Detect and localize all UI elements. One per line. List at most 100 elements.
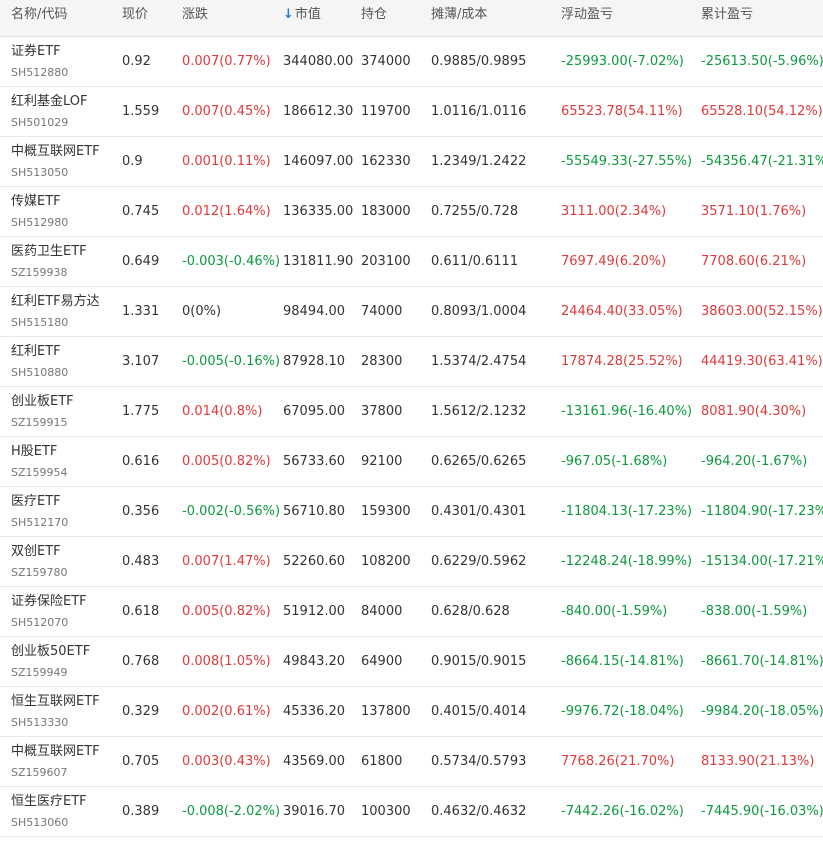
security-cell[interactable]: 传媒ETF SH512980 — [11, 187, 68, 231]
column-header-price[interactable]: 现价 — [122, 0, 148, 30]
float-pl-cell: -55549.33(-27.55%) — [561, 154, 693, 169]
security-name[interactable]: 恒生互联网ETF — [11, 693, 100, 711]
total-pl-cell: -964.20(-1.67%) — [701, 454, 808, 469]
security-code: SZ159780 — [11, 566, 68, 579]
holdings-cell: 374000 — [361, 54, 411, 69]
security-name[interactable]: 红利基金LOF — [11, 93, 88, 111]
table-row[interactable]: H股ETF SZ159954 0.616 0.005(0.82%) 56733.60 92… — [0, 437, 823, 487]
security-cell[interactable]: 中概互联网ETF SH513050 — [11, 137, 100, 181]
security-cell[interactable]: 红利基金LOF SH501029 — [11, 87, 88, 131]
security-name[interactable]: 恒生医疗ETF — [11, 793, 87, 811]
float-pl-cell: -8664.15(-14.81%) — [561, 654, 684, 669]
cost-cell: 0.628/0.628 — [431, 604, 510, 619]
security-cell[interactable]: 创业板50ETF SZ159949 — [11, 637, 90, 681]
security-cell[interactable]: 恒生互联网ETF SH513330 — [11, 687, 100, 731]
security-name[interactable]: 中概互联网ETF — [11, 143, 100, 161]
table-row[interactable]: 恒生医疗ETF SH513060 0.389 -0.008(-2.02%) 39016.… — [0, 787, 823, 837]
security-name[interactable]: 中概互联网ETF — [11, 743, 100, 761]
table-row[interactable]: 医疗ETF SH512170 0.356 -0.002(-0.56%) 56710.80… — [0, 487, 823, 537]
security-code: SH510880 — [11, 366, 69, 379]
security-name[interactable]: 创业板50ETF — [11, 643, 90, 661]
table-row[interactable]: 创业板50ETF SZ159949 0.768 0.008(1.05%) 49843.2… — [0, 637, 823, 687]
security-cell[interactable]: 红利ETF SH510880 — [11, 337, 68, 381]
float-pl-cell: -967.05(-1.68%) — [561, 454, 668, 469]
table-row[interactable]: 传媒ETF SH512980 0.745 0.012(1.64%) 136335.00 1… — [0, 187, 823, 237]
float-pl-cell: -13161.96(-16.40%) — [561, 404, 693, 419]
security-name[interactable]: 医疗ETF — [11, 493, 68, 511]
float-pl-cell: -25993.00(-7.02%) — [561, 54, 684, 69]
table-row[interactable]: 中概互联网ETF SZ159607 0.705 0.003(0.43%) 43569.0… — [0, 737, 823, 787]
price-cell: 0.389 — [122, 804, 160, 819]
security-code: SH512070 — [11, 616, 69, 629]
security-cell[interactable]: H股ETF SZ159954 — [11, 437, 68, 481]
security-cell[interactable]: 双创ETF SZ159780 — [11, 537, 68, 581]
cost-cell: 0.9015/0.9015 — [431, 654, 527, 669]
security-code: SZ159938 — [11, 266, 68, 279]
table-row[interactable]: 红利基金LOF SH501029 1.559 0.007(0.45%) 186612.3… — [0, 87, 823, 137]
total-pl-cell: 3571.10(1.76%) — [701, 204, 807, 219]
market-value-cell: 98494.00 — [283, 304, 346, 319]
total-pl-cell: -8661.70(-14.81%) — [701, 654, 823, 669]
holdings-table: 名称/代码 现价 涨跌 ↓市值 持仓 摊薄/成本 浮动盈亏 累计盈亏 证券ETF… — [0, 0, 823, 837]
security-code: SH501029 — [11, 116, 69, 129]
float-pl-cell: -11804.13(-17.23%) — [561, 504, 693, 519]
market-value-cell: 136335.00 — [283, 204, 354, 219]
table-row[interactable]: 创业板ETF SZ159915 1.775 0.014(0.8%) 67095.00 37… — [0, 387, 823, 437]
table-row[interactable]: 红利ETF SH510880 3.107 -0.005(-0.16%) 87928.10… — [0, 337, 823, 387]
holdings-cell: 108200 — [361, 554, 411, 569]
security-cell[interactable]: 医疗ETF SH512170 — [11, 487, 68, 531]
cost-cell: 0.4015/0.4014 — [431, 704, 527, 719]
security-cell[interactable]: 创业板ETF SZ159915 — [11, 387, 74, 431]
price-cell: 0.92 — [122, 54, 151, 69]
security-cell[interactable]: 中概互联网ETF SZ159607 — [11, 737, 100, 781]
float-pl-cell: 3111.00(2.34%) — [561, 204, 667, 219]
column-header-holdings[interactable]: 持仓 — [361, 0, 387, 30]
price-cell: 0.649 — [122, 254, 160, 269]
security-name[interactable]: 创业板ETF — [11, 393, 74, 411]
table-row[interactable]: 证券ETF SH512880 0.92 0.007(0.77%) 344080.00 37… — [0, 37, 823, 87]
float-pl-cell: 7768.26(21.70%) — [561, 754, 675, 769]
holdings-cell: 37800 — [361, 404, 403, 419]
price-cell: 0.616 — [122, 454, 160, 469]
security-name[interactable]: 红利ETF — [11, 343, 68, 361]
table-row[interactable]: 恒生互联网ETF SH513330 0.329 0.002(0.61%) 45336.2… — [0, 687, 823, 737]
price-cell: 1.331 — [122, 304, 160, 319]
change-cell: 0(0%) — [182, 304, 222, 319]
change-cell: 0.001(0.11%) — [182, 154, 271, 169]
security-name[interactable]: 证券ETF — [11, 43, 68, 61]
change-cell: 0.005(0.82%) — [182, 454, 271, 469]
column-header-cost[interactable]: 摊薄/成本 — [431, 0, 487, 30]
table-row[interactable]: 中概互联网ETF SH513050 0.9 0.001(0.11%) 146097.00… — [0, 137, 823, 187]
table-row[interactable]: 证券保险ETF SH512070 0.618 0.005(0.82%) 51912.00… — [0, 587, 823, 637]
holdings-cell: 74000 — [361, 304, 403, 319]
total-pl-cell: 7708.60(6.21%) — [701, 254, 807, 269]
security-name[interactable]: 证券保险ETF — [11, 593, 87, 611]
holdings-cell: 183000 — [361, 204, 411, 219]
security-name[interactable]: 双创ETF — [11, 543, 68, 561]
security-name[interactable]: 传媒ETF — [11, 193, 68, 211]
change-cell: -0.008(-2.02%) — [182, 804, 281, 819]
security-name[interactable]: H股ETF — [11, 443, 68, 461]
change-cell: 0.014(0.8%) — [182, 404, 263, 419]
security-cell[interactable]: 证券保险ETF SH512070 — [11, 587, 87, 631]
security-cell[interactable]: 医药卫生ETF SZ159938 — [11, 237, 87, 281]
price-cell: 0.745 — [122, 204, 160, 219]
table-row[interactable]: 双创ETF SZ159780 0.483 0.007(1.47%) 52260.60 10… — [0, 537, 823, 587]
column-header-total-pl[interactable]: 累计盈亏 — [701, 0, 753, 30]
holdings-cell: 119700 — [361, 104, 411, 119]
security-name[interactable]: 医药卫生ETF — [11, 243, 87, 261]
table-row[interactable]: 红利ETF易方达 SH515180 1.331 0(0%) 98494.00 74000 0… — [0, 287, 823, 337]
security-cell[interactable]: 证券ETF SH512880 — [11, 37, 68, 81]
change-cell: -0.002(-0.56%) — [182, 504, 281, 519]
column-header-change[interactable]: 涨跌 — [182, 0, 208, 30]
table-row[interactable]: 医药卫生ETF SZ159938 0.649 -0.003(-0.46%) 131811… — [0, 237, 823, 287]
security-name[interactable]: 红利ETF易方达 — [11, 293, 100, 311]
change-cell: 0.005(0.82%) — [182, 604, 271, 619]
change-cell: -0.003(-0.46%) — [182, 254, 281, 269]
price-cell: 0.9 — [122, 154, 143, 169]
security-cell[interactable]: 红利ETF易方达 SH515180 — [11, 287, 100, 331]
column-header-market-value[interactable]: ↓市值 — [283, 0, 321, 30]
security-cell[interactable]: 恒生医疗ETF SH513060 — [11, 787, 87, 831]
column-header-name[interactable]: 名称/代码 — [11, 0, 67, 30]
column-header-float-pl[interactable]: 浮动盈亏 — [561, 0, 613, 30]
